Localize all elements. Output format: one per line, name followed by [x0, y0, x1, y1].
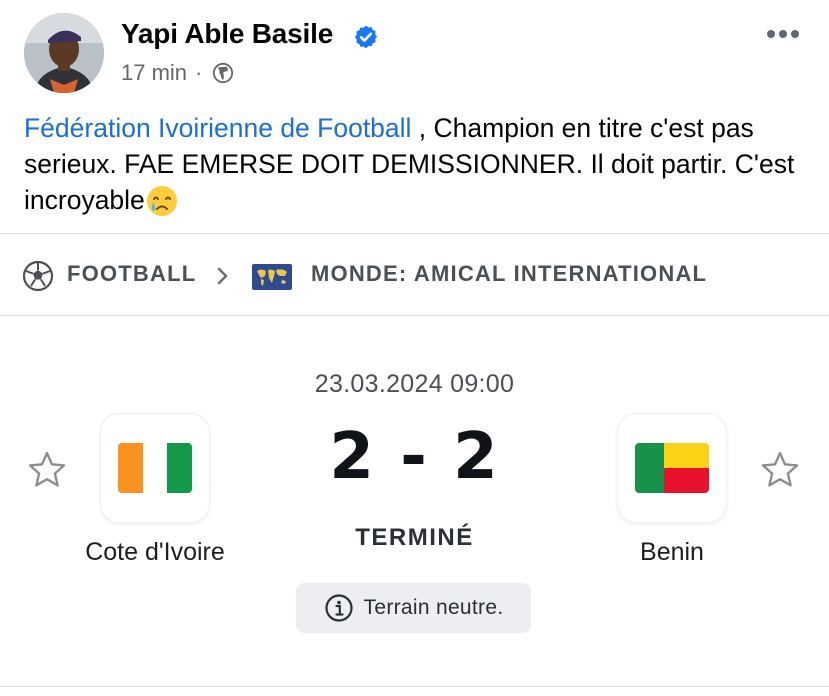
- venue-note: Terrain neutre.: [363, 596, 504, 619]
- breadcrumb-competition[interactable]: MONDE: AMICAL INTERNATIONAL: [311, 261, 707, 287]
- author-avatar[interactable]: [24, 13, 104, 93]
- world-map-icon: [252, 264, 292, 290]
- divider-top: [0, 233, 829, 234]
- divider-card-end: [0, 686, 829, 687]
- meta-separator: ·: [195, 60, 203, 85]
- competition-breadcrumb[interactable]: FOOTBALL MONDE: AMICAL INTERNATIONAL: [0, 235, 829, 315]
- globe-icon[interactable]: [212, 62, 234, 84]
- away-team-logo[interactable]: [618, 414, 726, 522]
- post-header: Yapi Able Basile 17 min ·: [0, 0, 829, 100]
- post-meta: 17 min ·: [121, 60, 234, 86]
- more-options-icon[interactable]: [765, 28, 801, 40]
- venue-note-chip[interactable]: Terrain neutre.: [296, 583, 531, 633]
- verified-badge-icon: [354, 25, 378, 49]
- info-icon: [324, 594, 353, 622]
- post-text: Fédération Ivoirienne de Football , Cham…: [24, 110, 804, 218]
- match-card[interactable]: 23.03.2024 09:00 Cote d'Ivoire 2 - 2 TER…: [0, 316, 829, 686]
- crying-face-icon: [146, 186, 177, 216]
- breadcrumb-sport[interactable]: FOOTBALL: [67, 261, 196, 287]
- soccer-ball-icon: [22, 260, 54, 292]
- page-mention-link[interactable]: Fédération Ivoirienne de Football: [24, 113, 411, 143]
- benin-flag-icon: [635, 443, 709, 493]
- match-datetime: 23.03.2024 09:00: [314, 370, 515, 398]
- post-time[interactable]: 17 min: [121, 60, 187, 86]
- favorite-away-star-icon[interactable]: [758, 448, 802, 492]
- author-name[interactable]: Yapi Able Basile: [121, 18, 333, 50]
- chevron-right-icon: [217, 267, 228, 285]
- away-team-name[interactable]: Benin: [572, 538, 772, 567]
